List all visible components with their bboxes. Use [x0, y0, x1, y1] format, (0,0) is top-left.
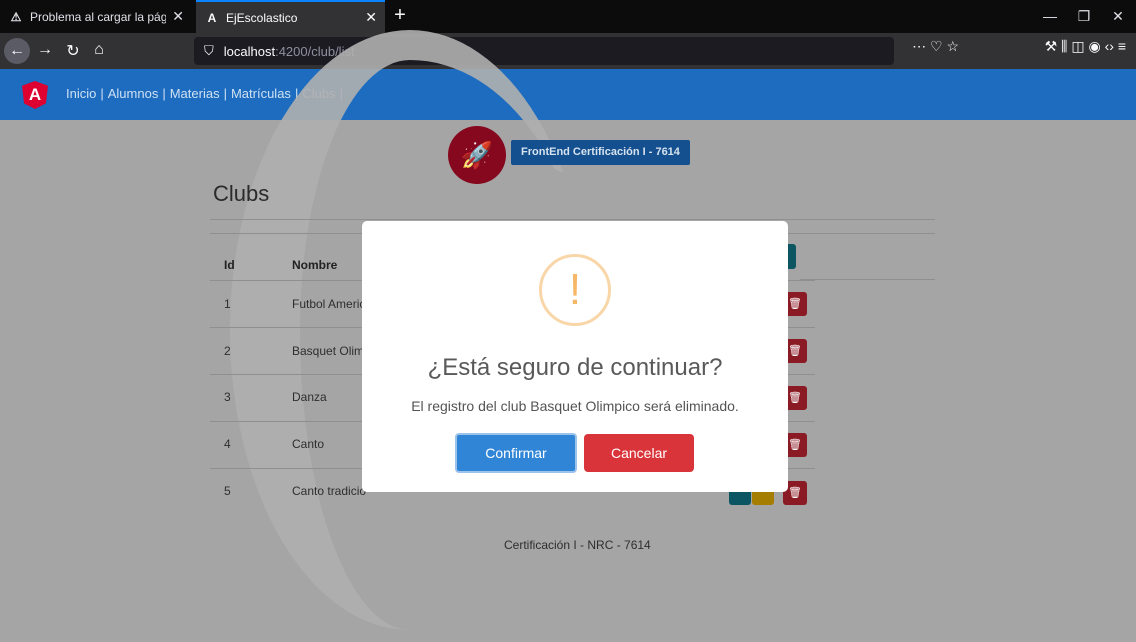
- tab-title: EjEscolastico: [226, 10, 298, 25]
- dialog-title: ¿Está seguro de continuar?: [427, 354, 723, 381]
- warning-icon: !: [539, 254, 611, 326]
- close-tab-icon[interactable]: ✕: [365, 9, 377, 26]
- rocket-icon: 🚀: [448, 126, 506, 184]
- cell-id: 1: [224, 297, 231, 311]
- warning-icon: ⚠: [10, 9, 22, 24]
- forward-icon[interactable]: →: [34, 41, 56, 59]
- tab-problema[interactable]: ⚠ Problema al cargar la página ✕: [0, 0, 192, 33]
- cell-id: 2: [224, 344, 231, 358]
- back-icon[interactable]: ←: [4, 38, 30, 64]
- nav-link-matriculas[interactable]: Matrículas: [231, 86, 291, 101]
- column-header-id: Id: [224, 258, 235, 272]
- cell-nombre: Basquet Olim: [292, 344, 365, 358]
- divider: [800, 279, 935, 280]
- cancel-button[interactable]: Cancelar: [584, 434, 694, 472]
- cell-id: 3: [224, 390, 231, 404]
- restore-icon[interactable]: ❐: [1074, 8, 1094, 25]
- cell-nombre: Futbol Americ: [292, 297, 366, 311]
- cell-nombre: Danza: [292, 390, 327, 404]
- cell-nombre: Canto: [292, 437, 325, 451]
- minimize-icon[interactable]: —: [1040, 8, 1060, 24]
- cell-id: 4: [224, 437, 231, 451]
- shield-icon[interactable]: ⛉: [204, 43, 214, 59]
- home-icon[interactable]: ⌂: [88, 41, 110, 59]
- nav-link-materias[interactable]: Materias: [170, 86, 220, 101]
- new-tab-button[interactable]: +: [388, 4, 412, 27]
- cert-badge: FrontEnd Certificación I - 7614: [511, 140, 690, 165]
- cell-id: 5: [224, 484, 231, 498]
- confirm-dialog: ! ¿Está seguro de continuar? El registro…: [362, 221, 788, 492]
- column-header-nombre: Nombre: [292, 258, 338, 272]
- toolbar-icons[interactable]: ⋯ ♡ ☆ ⚒ ⫼ ◫ ◉ ‹› ≡: [912, 38, 1126, 55]
- divider: [210, 219, 935, 220]
- angular-logo-icon[interactable]: A: [22, 81, 48, 109]
- browser-toolbar: ← → ↻ ⌂ ⛉ localhost:4200/club/list ⋯ ♡ ☆…: [0, 33, 1136, 69]
- url-host: localhost: [223, 43, 276, 59]
- tab-title: Problema al cargar la página: [30, 9, 167, 24]
- page-title: Clubs: [213, 181, 270, 206]
- close-tab-icon[interactable]: ✕: [172, 8, 184, 25]
- confirm-button[interactable]: Confirmar: [455, 433, 577, 473]
- nav-link-alumnos[interactable]: Alumnos: [108, 86, 159, 101]
- close-window-icon[interactable]: ✕: [1108, 8, 1128, 25]
- browser-tab-bar: ⚠ Problema al cargar la página ✕ A EjEsc…: [0, 0, 1136, 33]
- url-bar[interactable]: ⛉ localhost:4200/club/list: [194, 37, 894, 65]
- tab-ejescolastico[interactable]: A EjEscolastico ✕: [196, 0, 385, 33]
- app-navbar: A Inicio | Alumnos | Materias | Matrículas |…: [0, 69, 1136, 120]
- footer-text: Certificación I - NRC - 7614: [504, 538, 651, 552]
- dialog-text: El registro del club Basquet Olimpico se…: [411, 398, 739, 414]
- nav-link-inicio[interactable]: Inicio: [66, 86, 96, 101]
- cell-nombre: Canto tradicio: [292, 484, 367, 498]
- reload-icon[interactable]: ↻: [62, 41, 84, 61]
- angular-icon: A: [207, 10, 217, 25]
